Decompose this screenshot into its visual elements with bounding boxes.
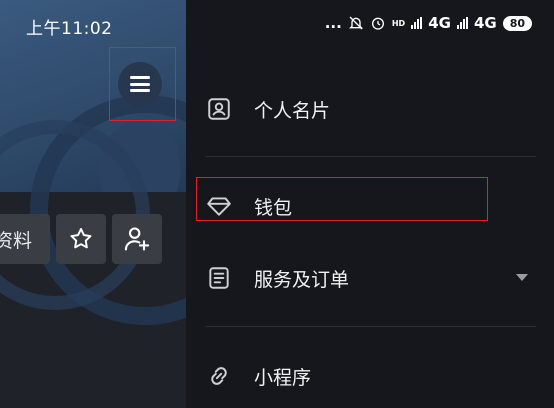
profile-panel: 上午11:02 资料 xyxy=(0,0,186,408)
hd-label: HD xyxy=(391,18,406,28)
edit-profile-label: 资料 xyxy=(0,229,33,252)
alarm-clock-icon xyxy=(371,17,384,30)
wallet-highlight-box xyxy=(196,177,488,221)
signal-icon xyxy=(456,17,468,29)
add-friend-button[interactable] xyxy=(112,214,162,264)
more-dots: ... xyxy=(324,14,342,32)
drawer-item-mini-programs[interactable]: 小程序 xyxy=(206,351,311,401)
document-icon xyxy=(206,265,232,291)
network-type-2: 4G xyxy=(473,14,497,32)
edit-profile-button[interactable]: 资料 xyxy=(0,214,50,264)
menu-highlight-box xyxy=(109,47,176,121)
drawer-item-label: 个人名片 xyxy=(254,99,331,122)
expand-arrow-icon[interactable] xyxy=(516,274,528,281)
link-icon xyxy=(206,363,232,389)
drawer-item-label: 服务及订单 xyxy=(254,268,350,291)
mute-bell-icon xyxy=(348,16,363,30)
network-type-1: 4G xyxy=(428,14,451,32)
star-icon xyxy=(70,228,92,249)
battery-icon: 80 xyxy=(502,15,532,31)
signal-icon xyxy=(411,17,423,29)
id-card-icon xyxy=(206,96,232,122)
side-drawer: ... HD 4G 4G 80 个人名片 钱包 服务及订单 小程序 xyxy=(186,0,554,408)
drawer-item-label: 小程序 xyxy=(254,366,312,389)
status-time: 上午11:02 xyxy=(26,19,113,39)
status-bar-right: ... HD 4G 4G 80 xyxy=(325,14,532,32)
divider xyxy=(206,326,536,327)
add-person-icon xyxy=(124,227,150,251)
divider xyxy=(206,156,536,157)
drawer-item-services-orders[interactable]: 服务及订单 xyxy=(206,253,349,303)
favorite-button[interactable] xyxy=(56,214,106,264)
drawer-item-business-card[interactable]: 个人名片 xyxy=(206,84,330,134)
